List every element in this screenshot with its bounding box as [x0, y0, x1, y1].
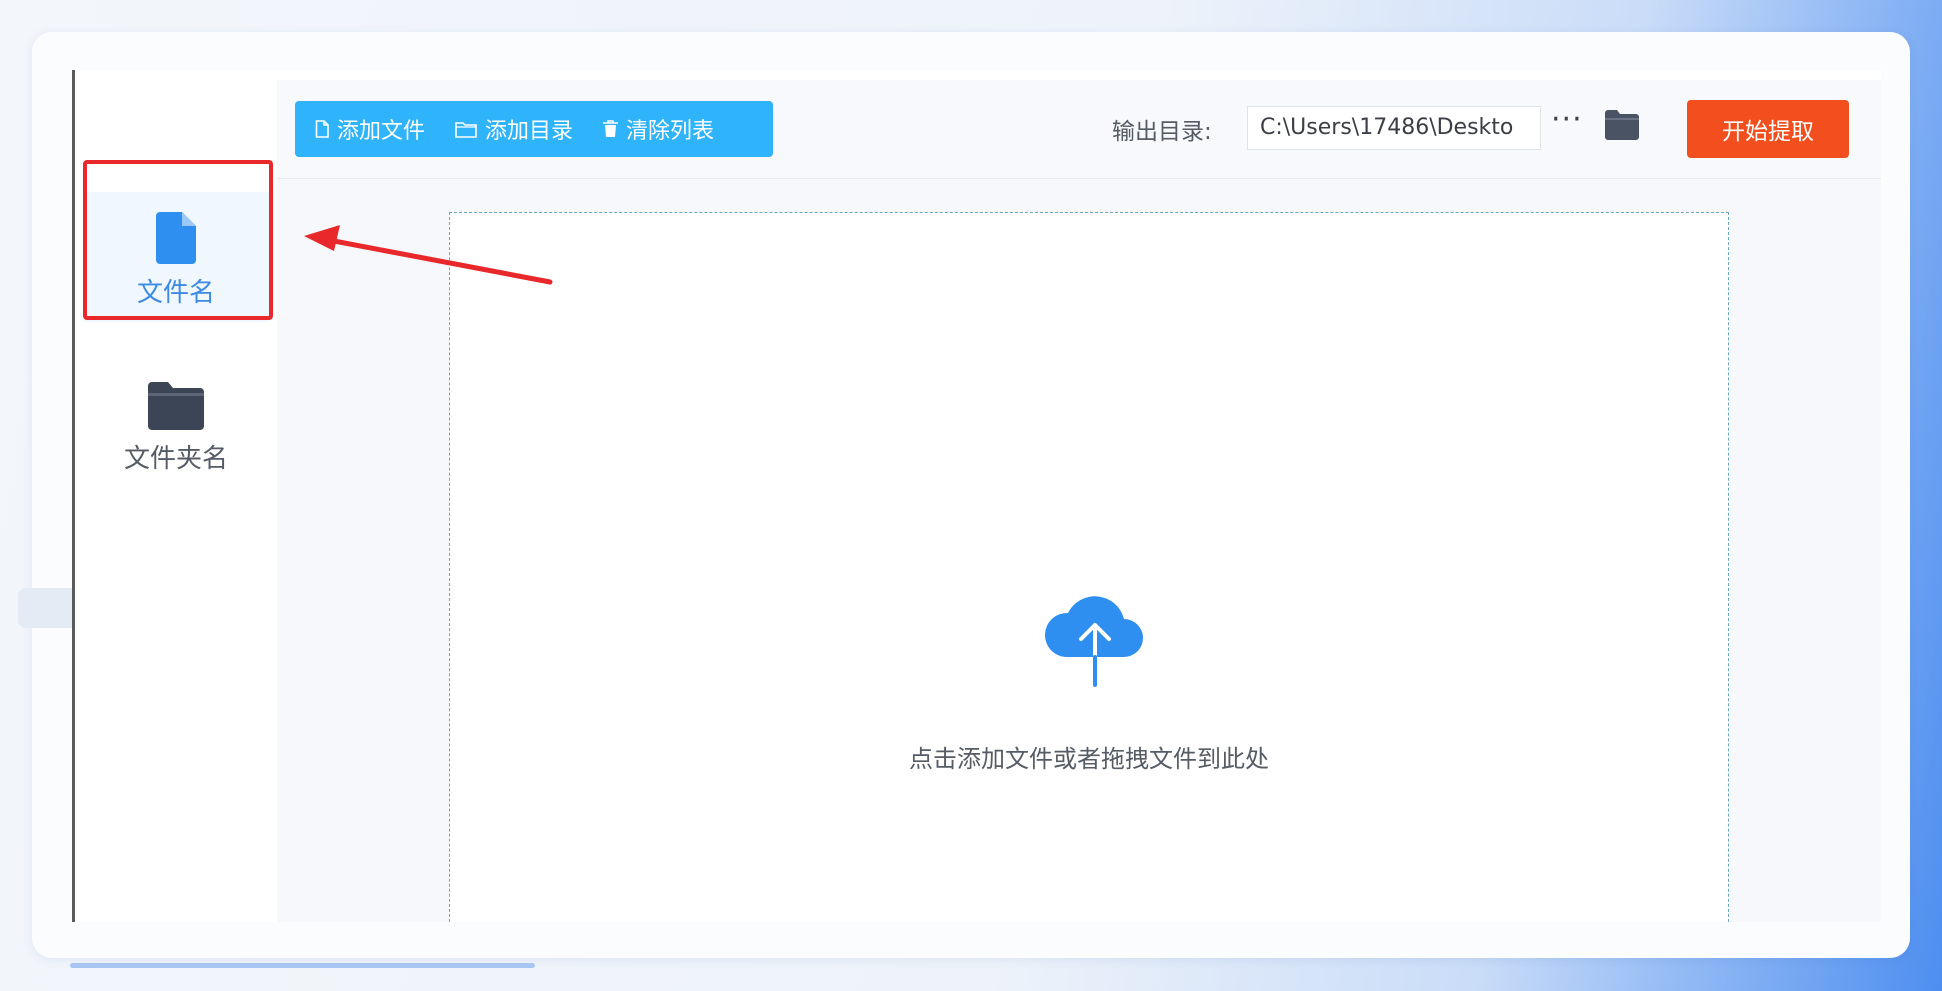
open-folder-icon[interactable]: [1605, 110, 1639, 144]
cloud-upload-icon: [1040, 589, 1150, 693]
browse-more-button[interactable]: ···: [1551, 102, 1583, 137]
trash-icon: [603, 120, 619, 138]
annotation-highlight-box: [83, 160, 273, 320]
folder-outline-icon: [455, 121, 477, 138]
clear-list-button[interactable]: 清除列表: [603, 113, 714, 145]
start-extract-button[interactable]: 开始提取: [1687, 100, 1849, 158]
toolbar: 添加文件 添加目录 清除列表 输出目录: C:\Users\17486\Desk…: [277, 80, 1881, 179]
output-directory-input[interactable]: C:\Users\17486\Deskto: [1247, 106, 1541, 150]
sidebar: 文件名 文件夹名: [75, 70, 277, 922]
main-panel: 添加文件 添加目录 清除列表 输出目录: C:\Users\17486\Desk…: [277, 80, 1881, 922]
app-window: 文件名 文件夹名 添加文件 添加目录 清除列表 输出目录: C:\Users\1…: [72, 70, 1881, 922]
output-directory-label: 输出目录:: [1112, 119, 1212, 145]
folder-icon: [148, 372, 204, 430]
scroll-indicator: [70, 963, 535, 968]
file-drop-zone[interactable]: 点击添加文件或者拖拽文件到此处: [449, 212, 1729, 922]
sidebar-item-label: 文件夹名: [123, 443, 228, 474]
annotation-arrow-icon: [304, 225, 553, 285]
file-outline-icon: [315, 120, 329, 138]
drop-hint-text: 点击添加文件或者拖拽文件到此处: [909, 745, 1269, 773]
sidebar-item-foldername[interactable]: 文件夹名: [83, 358, 269, 488]
file-actions-group: 添加文件 添加目录 清除列表: [295, 101, 773, 157]
add-directory-button[interactable]: 添加目录: [455, 113, 573, 145]
add-file-button[interactable]: 添加文件: [315, 113, 425, 145]
